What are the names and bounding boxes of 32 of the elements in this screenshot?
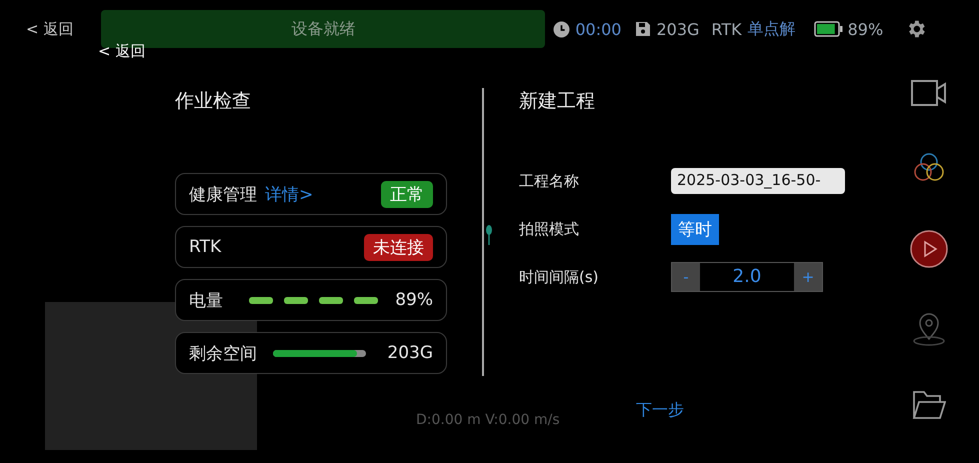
pin-icon (486, 225, 492, 245)
timer-text: 00:00 (575, 20, 622, 38)
record-button[interactable] (910, 230, 948, 268)
clock-icon (553, 20, 570, 38)
storage-text: 203G (656, 20, 700, 38)
rtk-label: RTK (711, 20, 742, 38)
card-label: 健康管理 (189, 184, 257, 206)
camera-icon[interactable] (911, 80, 947, 106)
rtk-mode: 单点解 (748, 18, 796, 40)
battery-icon (814, 21, 843, 37)
telemetry-text: D:0.00 m V:0.00 m/s (416, 412, 560, 428)
card-label: RTK (189, 237, 222, 257)
card-label: 剩余空间 (189, 342, 257, 364)
details-link[interactable]: 详情> (265, 182, 314, 206)
status-badge: 未连接 (364, 234, 433, 260)
panel-title: 新建工程 (519, 89, 596, 114)
panel-title: 作业检查 (175, 89, 252, 114)
location-pin-icon[interactable] (912, 312, 946, 346)
field-label: 时间间隔(s) (519, 268, 600, 286)
card-label: 电量 (189, 290, 223, 312)
status-badge: 正常 (381, 180, 433, 208)
storage-value: 203G (387, 343, 433, 363)
battery-text: 89% (848, 20, 884, 38)
save-icon (635, 21, 652, 37)
next-button[interactable]: 下一步 (636, 400, 684, 421)
mode-option[interactable]: 等时 (671, 214, 719, 244)
field-label: 拍照模式 (519, 220, 580, 238)
folder-icon[interactable] (912, 390, 946, 420)
project-name-field[interactable]: 2025-03-03_16-50- (671, 168, 845, 194)
field-label: 工程名称 (519, 172, 580, 190)
back-link[interactable]: < 返回 (26, 20, 74, 38)
battery-percent: 89% (395, 290, 433, 310)
